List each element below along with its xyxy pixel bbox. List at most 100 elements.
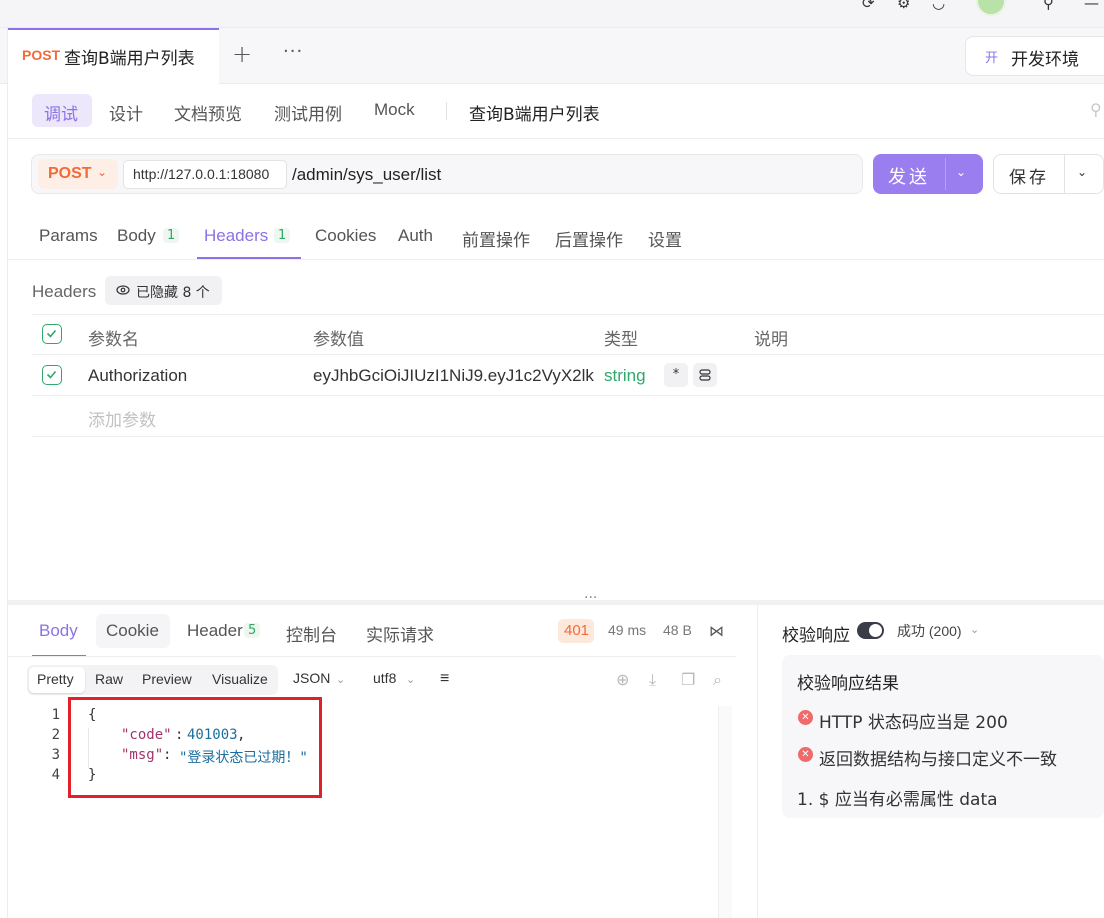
status-code: 401 <box>564 622 590 639</box>
refresh-icon[interactable]: ⟳ <box>862 0 875 12</box>
view-pretty[interactable]: Pretty <box>37 671 74 687</box>
subnav-test-cases[interactable]: 测试用例 <box>274 100 342 125</box>
column-header-name: 参数名 <box>88 330 139 350</box>
verify-status-select[interactable]: 成功 (200) <box>897 621 962 641</box>
method-label: POST <box>48 165 92 182</box>
add-param-input[interactable]: 添加参数 <box>88 406 156 431</box>
required-toggle[interactable]: * <box>664 363 688 387</box>
environment-label: 开发环境 <box>1011 50 1079 70</box>
panel-border <box>7 28 8 918</box>
request-tab-method: POST <box>22 47 61 63</box>
panel-border <box>757 605 758 918</box>
tab-settings[interactable]: 设置 <box>648 226 682 251</box>
download-icon[interactable]: ⤓ <box>649 670 656 690</box>
tab-headers-badge: 1 <box>274 228 291 243</box>
row-enable-checkbox[interactable] <box>42 365 62 385</box>
chevron-down-icon[interactable]: ⌄ <box>956 165 966 179</box>
tab-body-badge: 1 <box>163 228 180 243</box>
send-divider <box>945 158 946 190</box>
view-visualize[interactable]: Visualize <box>212 671 268 687</box>
check-icon <box>46 329 57 338</box>
tab-params[interactable]: Params <box>39 226 98 246</box>
verify-response-label: 校验响应 <box>782 626 850 646</box>
environment-badge: 开 <box>985 51 999 66</box>
response-size: 48 B <box>663 622 692 638</box>
send-label: 发送 <box>888 167 930 188</box>
response-time: 49 ms <box>608 622 647 638</box>
chevron-down-icon: ⌄ <box>336 674 346 686</box>
encoding-select[interactable]: utf8 <box>373 670 396 686</box>
wrap-lines-icon[interactable]: ≡ <box>440 670 449 688</box>
save-label: 保存 <box>1009 168 1049 188</box>
verify-detail: 1. $ 应当有必需属性 data <box>797 790 998 810</box>
column-header-description: 说明 <box>754 330 788 350</box>
url-path-input[interactable]: /admin/sys_user/list <box>292 165 441 185</box>
tab-auth[interactable]: Auth <box>398 226 433 246</box>
verify-error: HTTP 状态码应当是 200 <box>819 713 1008 733</box>
subnav-divider <box>446 102 447 120</box>
subnav-design[interactable]: 设计 <box>109 100 143 125</box>
drag-handle-icon[interactable]: ··· <box>584 590 597 606</box>
pin-icon[interactable]: ⚲ <box>1090 100 1102 119</box>
response-tab-actual-request[interactable]: 实际请求 <box>366 621 434 646</box>
link-icon[interactable] <box>693 363 717 387</box>
view-raw[interactable]: Raw <box>95 671 123 687</box>
link-glyph <box>699 369 711 381</box>
verify-result-title: 校验响应结果 <box>797 674 899 694</box>
subnav-doc-preview[interactable]: 文档预览 <box>174 100 242 125</box>
upload-icon[interactable]: ⊕ <box>616 670 629 689</box>
copy-icon[interactable]: ❐ <box>681 670 695 689</box>
tab-more-icon[interactable]: ··· <box>283 41 303 62</box>
headers-section-label: Headers <box>32 282 97 301</box>
line-number: 2 <box>51 727 60 743</box>
tab-post-ops[interactable]: 后置操作 <box>555 226 623 251</box>
response-tab-console[interactable]: 控制台 <box>286 621 337 646</box>
response-tab-cookie[interactable]: Cookie <box>106 621 159 641</box>
view-preview[interactable]: Preview <box>142 671 192 687</box>
share-icon[interactable]: ⋈ <box>709 622 724 640</box>
error-icon: ✕ <box>798 747 813 762</box>
pin-window-icon[interactable]: ⚲ <box>1043 0 1054 12</box>
tab-cookies[interactable]: Cookies <box>315 226 376 246</box>
toggle-knob <box>869 624 882 637</box>
search-icon[interactable]: ⌕ <box>713 670 722 690</box>
check-icon <box>46 370 57 379</box>
chevron-down-icon: ⌄ <box>97 165 108 179</box>
header-key-input[interactable]: Authorization <box>88 366 187 386</box>
response-tab-header[interactable]: Header <box>187 621 243 641</box>
response-tab-body[interactable]: Body <box>39 621 78 641</box>
line-number: 3 <box>51 747 60 763</box>
line-number: 4 <box>51 767 60 783</box>
bell-icon[interactable]: ◡ <box>932 0 945 12</box>
request-tab-title: 查询B端用户列表 <box>64 49 195 69</box>
api-name: 查询B端用户列表 <box>469 105 600 125</box>
verify-error: 返回数据结构与接口定义不一致 <box>819 750 1057 770</box>
panel-splitter[interactable] <box>8 600 1104 605</box>
settings-icon[interactable]: ⚙ <box>897 0 910 12</box>
table-row-line <box>32 436 1104 437</box>
column-header-type: 类型 <box>604 330 638 350</box>
minimize-icon[interactable]: — <box>1084 0 1099 12</box>
chevron-down-icon: ⌄ <box>970 623 980 636</box>
tab-headers[interactable]: Headers <box>204 226 268 246</box>
highlight-box <box>68 697 322 798</box>
subnav-mock[interactable]: Mock <box>374 100 415 120</box>
save-divider <box>1064 155 1065 193</box>
header-type-select[interactable]: string <box>604 366 646 386</box>
subnav-debug[interactable]: 调试 <box>44 100 78 125</box>
scrollbar[interactable] <box>718 706 732 918</box>
error-icon: ✕ <box>798 710 813 725</box>
chevron-down-icon: ⌄ <box>406 674 416 686</box>
select-all-checkbox[interactable] <box>42 324 62 344</box>
eye-icon <box>116 285 130 295</box>
tab-pre-ops[interactable]: 前置操作 <box>462 226 530 251</box>
format-select[interactable]: JSON <box>293 670 330 686</box>
new-tab-button[interactable]: + <box>232 40 252 68</box>
header-value-input[interactable]: eyJhbGciOiJIUzI1NiJ9.eyJ1c2VyX2lk <box>313 366 594 386</box>
base-url-text: http://127.0.0.1:18080 <box>133 166 270 182</box>
chevron-down-icon[interactable]: ⌄ <box>1077 165 1087 179</box>
divider <box>8 259 1104 260</box>
table-top-line <box>32 314 1104 315</box>
tab-body[interactable]: Body <box>117 226 156 246</box>
response-header-badge: 5 <box>244 623 261 638</box>
